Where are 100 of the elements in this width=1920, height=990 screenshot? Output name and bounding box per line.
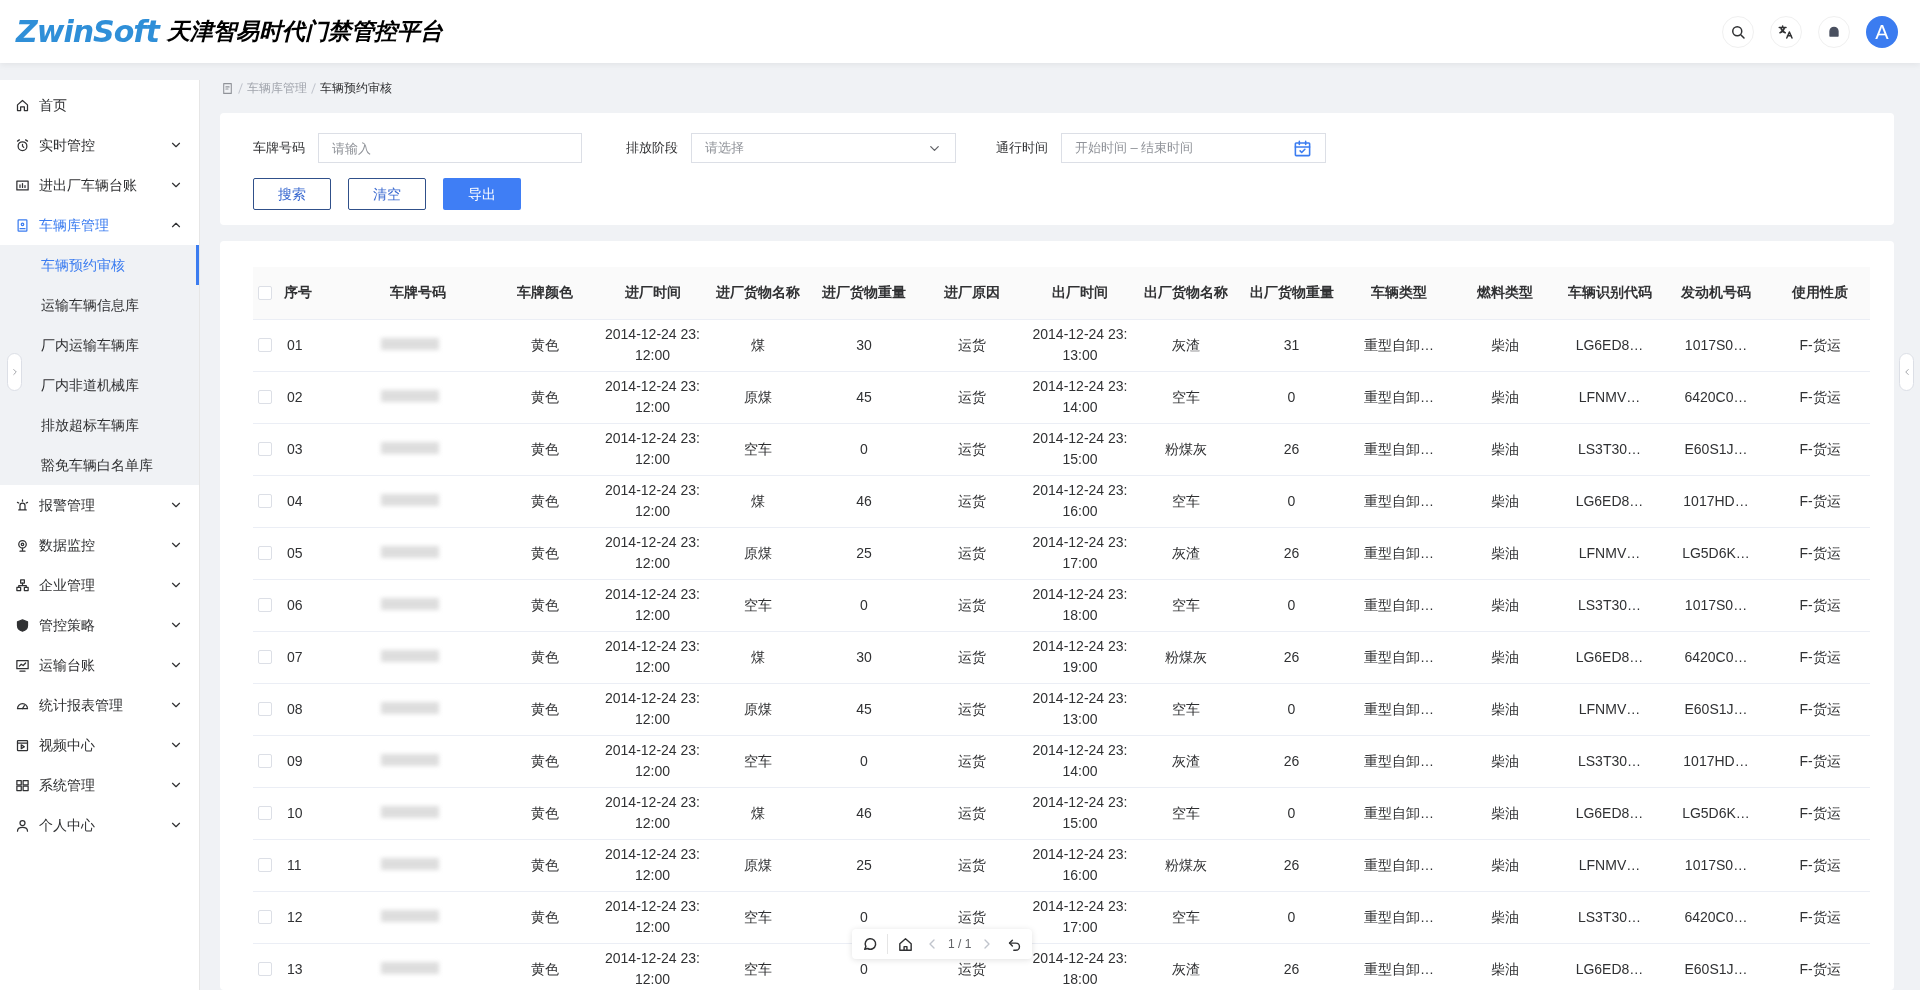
sidebar-toggle[interactable] bbox=[7, 353, 22, 391]
select-all-checkbox[interactable] bbox=[258, 285, 272, 300]
sidebar-item[interactable]: 系统管理 bbox=[0, 765, 199, 805]
table-cell: F-货运 bbox=[1799, 596, 1841, 613]
sidebar-item[interactable]: 进出厂车辆台账 bbox=[0, 165, 199, 205]
sidebar-subitem[interactable]: 豁免车辆白名单库 bbox=[0, 445, 199, 485]
sidebar-subitem[interactable]: 运输车辆信息库 bbox=[0, 285, 199, 325]
table-cell-text: 2014-12-24 23:12:00 bbox=[604, 793, 701, 833]
sidebar-item[interactable]: 数据监控 bbox=[0, 525, 199, 565]
table-cell-text: 2014-12-24 23:19:00 bbox=[1031, 637, 1129, 677]
column-header: 进厂货物重量 bbox=[822, 284, 906, 301]
sidebar-item[interactable]: 运输台账 bbox=[0, 645, 199, 685]
row-checkbox[interactable] bbox=[258, 546, 272, 560]
table-cell: 运货 bbox=[957, 856, 986, 873]
table-cell: LG6ED8… bbox=[1575, 492, 1644, 509]
table-cell-text: 2014-12-24 23:12:00 bbox=[604, 897, 701, 937]
table-cell: 0 bbox=[860, 440, 868, 457]
sidebar-subitem[interactable]: 厂内运输车辆库 bbox=[0, 325, 199, 365]
action-button[interactable]: 清空 bbox=[348, 178, 426, 210]
table-cell-text: 2014-12-24 23:15:00 bbox=[1031, 429, 1129, 469]
sidebar-item[interactable]: 个人中心 bbox=[0, 805, 199, 845]
table-cell: 重型自卸… bbox=[1364, 960, 1434, 977]
row-checkbox[interactable] bbox=[258, 702, 272, 716]
home-icon bbox=[896, 935, 914, 953]
field-label: 通行时间 bbox=[996, 139, 1048, 158]
table-cell: 煤 bbox=[750, 804, 765, 821]
blurred-plate-number bbox=[380, 389, 439, 402]
action-button[interactable]: 搜索 bbox=[253, 178, 331, 210]
sidebar-item[interactable]: 报警管理 bbox=[0, 485, 199, 525]
table-cell: 6420C0… bbox=[1684, 908, 1748, 925]
table-cell: 黄色 bbox=[531, 908, 559, 925]
table-cell: 运货 bbox=[957, 908, 986, 925]
field-label: 排放阶段 bbox=[626, 139, 678, 158]
table-cell: 柴油 bbox=[1490, 336, 1519, 353]
sidebar-item[interactable]: 车辆库管理 bbox=[0, 205, 199, 245]
row-checkbox[interactable] bbox=[258, 910, 272, 924]
table-cell: 重型自卸… bbox=[1364, 856, 1434, 873]
table-cell: 重型自卸… bbox=[1364, 908, 1434, 925]
sidebar-subitem[interactable]: 厂内非道机械库 bbox=[0, 365, 199, 405]
table-cell: 26 bbox=[1283, 960, 1300, 977]
row-checkbox[interactable] bbox=[258, 494, 272, 508]
table-cell: 原煤 bbox=[743, 700, 772, 717]
blurred-plate-number bbox=[380, 857, 439, 870]
input-field[interactable]: 请输入 bbox=[318, 133, 582, 163]
table-cell: 黄色 bbox=[531, 648, 559, 665]
table-cell: 黄色 bbox=[531, 492, 559, 509]
sidebar-subitem[interactable]: 排放超标车辆库 bbox=[0, 405, 199, 445]
sidebar-item[interactable]: 企业管理 bbox=[0, 565, 199, 605]
sidebar-item[interactable]: 首页 bbox=[0, 85, 199, 125]
sidebar-subitem[interactable]: 车辆预约审核 bbox=[0, 245, 199, 285]
table-cell: 02 bbox=[287, 388, 303, 405]
table-cell: 13 bbox=[287, 960, 303, 977]
blurred-plate-number bbox=[380, 441, 439, 454]
sidebar-item[interactable]: 实时管控 bbox=[0, 125, 199, 165]
table-cell: 10 bbox=[287, 804, 303, 821]
table-cell-text: 2014-12-24 23:12:00 bbox=[604, 377, 701, 417]
table-cell-text: 2014-12-24 23:12:00 bbox=[604, 585, 701, 625]
table-cell: 运货 bbox=[957, 752, 986, 769]
table-cell-text: 2014-12-24 23:13:00 bbox=[1031, 689, 1129, 729]
column-header: 车辆类型 bbox=[1371, 284, 1427, 301]
row-checkbox[interactable] bbox=[258, 598, 272, 612]
table-cell: 柴油 bbox=[1490, 856, 1519, 873]
row-checkbox[interactable] bbox=[258, 442, 272, 456]
row-checkbox[interactable] bbox=[258, 390, 272, 404]
table-cell: 25 bbox=[856, 544, 872, 561]
sidebar-item-icon bbox=[15, 217, 30, 233]
table-cell: 黄色 bbox=[531, 752, 559, 769]
column-header: 进厂货物名称 bbox=[715, 284, 800, 301]
sidebar-item[interactable]: 管控策略 bbox=[0, 605, 199, 645]
sidebar-item[interactable]: 统计报表管理 bbox=[0, 685, 199, 725]
table-cell: 05 bbox=[287, 544, 303, 561]
row-checkbox[interactable] bbox=[258, 754, 272, 768]
table-cell: 粉煤灰 bbox=[1165, 856, 1207, 873]
panel-toggle[interactable] bbox=[1899, 353, 1914, 391]
table-cell: 柴油 bbox=[1490, 908, 1519, 925]
page-indicator: 1 / 1 bbox=[948, 936, 972, 953]
table-cell: 空车 bbox=[1172, 388, 1200, 405]
sidebar-item[interactable]: 视频中心 bbox=[0, 725, 199, 765]
blurred-plate-number bbox=[380, 649, 439, 662]
table-cell: 31 bbox=[1283, 336, 1300, 353]
action-button[interactable]: 导出 bbox=[443, 178, 521, 210]
row-checkbox[interactable] bbox=[258, 650, 272, 664]
row-checkbox[interactable] bbox=[258, 962, 272, 976]
user-avatar[interactable]: A bbox=[1866, 15, 1898, 48]
speech-bubble-icon bbox=[861, 935, 879, 953]
table-cell-text: 2014-12-24 23:18:00 bbox=[1031, 949, 1129, 989]
blurred-plate-number bbox=[380, 337, 439, 350]
table-cell: 0 bbox=[1287, 596, 1296, 613]
table-cell: 运货 bbox=[957, 492, 986, 509]
table-cell: 重型自卸… bbox=[1364, 700, 1434, 717]
document-icon bbox=[221, 81, 234, 95]
row-checkbox[interactable] bbox=[258, 806, 272, 820]
column-header: 使用性质 bbox=[1792, 284, 1848, 301]
table-cell: 08 bbox=[287, 700, 303, 717]
row-checkbox[interactable] bbox=[258, 338, 272, 352]
table-cell: LG6ED8… bbox=[1575, 336, 1644, 353]
row-checkbox[interactable] bbox=[258, 858, 272, 872]
table-cell: 0 bbox=[860, 960, 868, 977]
table-cell: 30 bbox=[856, 648, 872, 665]
table-cell: 03 bbox=[287, 440, 303, 457]
